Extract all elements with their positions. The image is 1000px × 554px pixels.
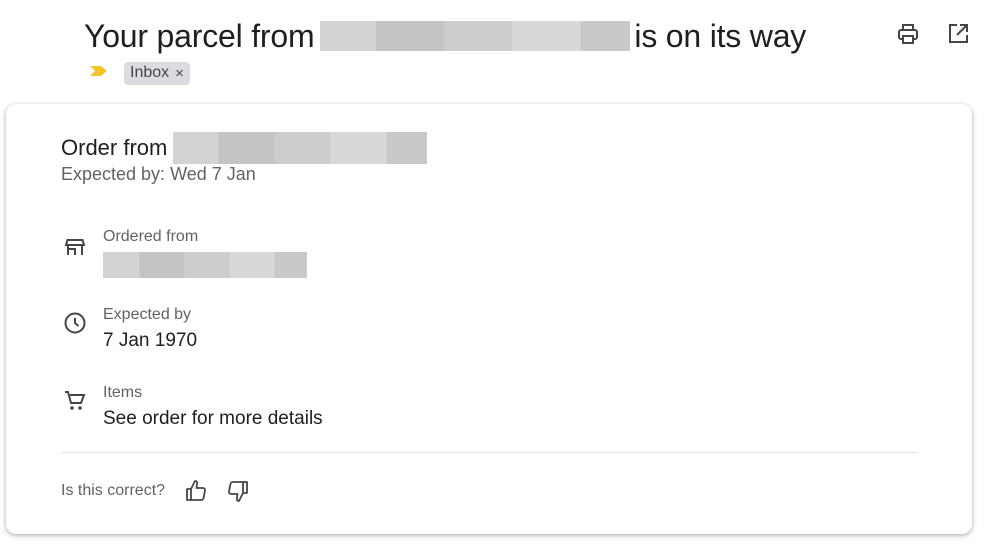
detail-value bbox=[103, 252, 307, 284]
detail-value: 7 Jan 1970 bbox=[103, 330, 198, 351]
print-icon[interactable] bbox=[896, 22, 920, 46]
redacted-store bbox=[103, 252, 307, 278]
email-subject: Your parcel from is on its way bbox=[84, 14, 806, 58]
importance-marker-icon[interactable] bbox=[88, 63, 110, 84]
redacted-merchant bbox=[173, 132, 428, 164]
clock-icon bbox=[61, 309, 89, 337]
cart-icon bbox=[61, 387, 89, 415]
order-title-text: Order from bbox=[61, 135, 168, 160]
redacted-sender bbox=[320, 21, 631, 51]
subject-suffix: is on its way bbox=[634, 17, 807, 54]
detail-label: Expected by bbox=[103, 306, 192, 323]
email-toolbar bbox=[896, 22, 970, 46]
thumbs-up-icon[interactable] bbox=[183, 478, 209, 504]
detail-value: See order for more details bbox=[103, 408, 323, 429]
order-expected: Expected by: Wed 7 Jan bbox=[61, 164, 256, 184]
order-title: Order from bbox=[61, 132, 428, 164]
divider bbox=[61, 452, 916, 453]
detail-label: Items bbox=[103, 384, 143, 401]
thumbs-down-icon[interactable] bbox=[225, 478, 251, 504]
store-icon bbox=[61, 233, 89, 261]
label-chip-text: Inbox bbox=[130, 64, 170, 81]
detail-label: Ordered from bbox=[103, 228, 199, 245]
subject-prefix: Your parcel from bbox=[84, 17, 315, 54]
feedback-question: Is this correct? bbox=[61, 482, 166, 499]
close-icon[interactable]: × bbox=[175, 65, 184, 82]
label-chip-inbox[interactable]: Inbox × bbox=[124, 62, 190, 85]
label-row: Inbox × bbox=[88, 62, 190, 85]
feedback-row: Is this correct? bbox=[61, 478, 267, 504]
open-in-new-icon[interactable] bbox=[946, 22, 970, 46]
order-card: Order from Expected by: Wed 7 Jan Ordere… bbox=[6, 104, 972, 534]
